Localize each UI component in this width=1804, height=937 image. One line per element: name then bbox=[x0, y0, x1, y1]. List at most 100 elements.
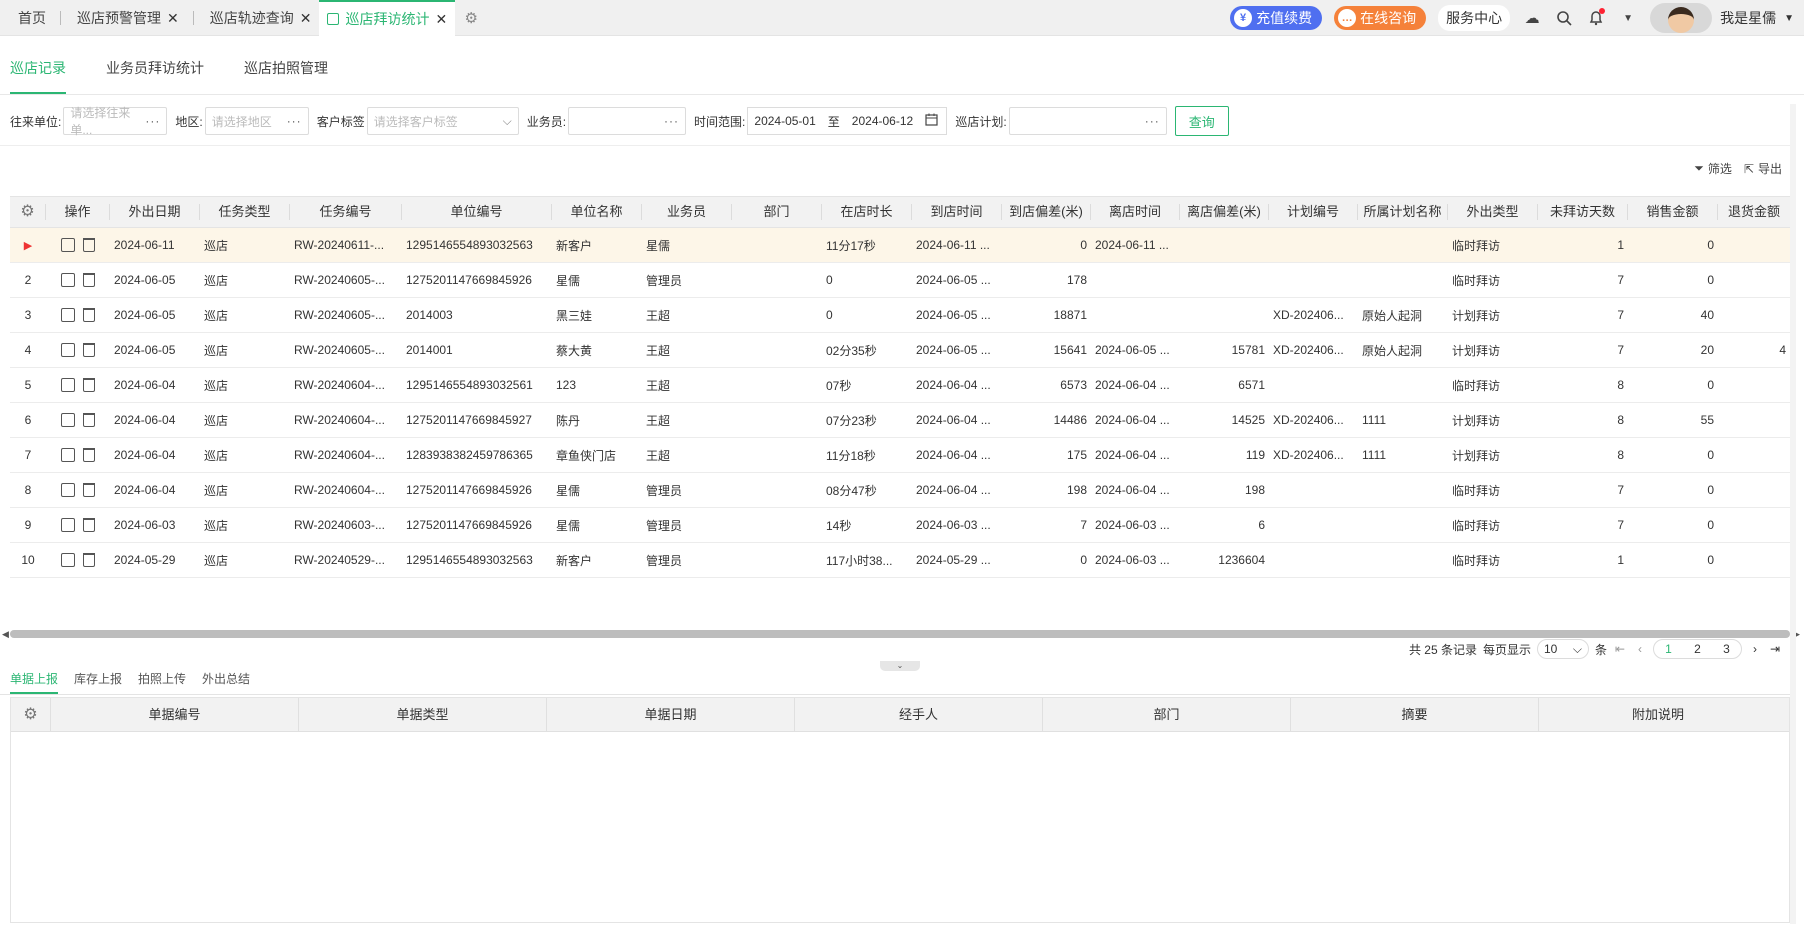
table-row[interactable]: 9 2024-06-03 巡店 RW-20240603-... 127520114766… bbox=[10, 508, 1790, 543]
trash-icon[interactable] bbox=[83, 553, 95, 567]
table-row[interactable]: 8 2024-06-04 巡店 RW-20240604-... 127520114766… bbox=[10, 473, 1790, 508]
subtab-patrol-records[interactable]: 巡店记录 bbox=[10, 52, 66, 94]
search-icon[interactable] bbox=[1554, 8, 1574, 28]
column-header[interactable]: 经手人 bbox=[795, 697, 1043, 732]
column-header[interactable]: 到店时间 bbox=[912, 204, 1002, 220]
view-detail-icon[interactable] bbox=[61, 378, 75, 392]
customer-tag-select[interactable]: 请选择客户标签 ⌵ bbox=[366, 107, 519, 135]
column-header[interactable]: 在店时长 bbox=[822, 204, 912, 220]
column-header[interactable]: 未拜访天数 bbox=[1538, 204, 1628, 220]
table-row[interactable]: 5 2024-06-04 巡店 RW-20240604-... 129514655489… bbox=[10, 368, 1790, 403]
column-header[interactable]: 计划编号 bbox=[1269, 204, 1358, 220]
consult-button[interactable]: … 在线咨询 bbox=[1334, 6, 1427, 30]
subtab-photo-management[interactable]: 巡店拍照管理 bbox=[244, 52, 328, 94]
close-icon[interactable]: ✕ bbox=[167, 10, 179, 27]
column-header[interactable]: 任务类型 bbox=[200, 204, 290, 220]
page-size-select[interactable]: 10 ⌵ bbox=[1536, 639, 1589, 659]
region-select[interactable]: 请选择地区 ··· bbox=[204, 107, 309, 135]
column-header[interactable]: 到店偏差(米) bbox=[1002, 204, 1091, 220]
trash-icon[interactable] bbox=[83, 273, 95, 287]
trash-icon[interactable] bbox=[83, 483, 95, 497]
view-detail-icon[interactable] bbox=[61, 413, 75, 427]
column-header[interactable]: 单据类型 bbox=[299, 697, 547, 732]
view-detail-icon[interactable] bbox=[61, 483, 75, 497]
tab-home[interactable]: 首页 bbox=[10, 0, 69, 36]
filter-button[interactable]: ⏷ 筛选 bbox=[1694, 160, 1732, 177]
trash-icon[interactable] bbox=[83, 308, 95, 322]
table-row[interactable]: 10 2024-05-29 巡店 RW-20240529-... 12951465548… bbox=[10, 543, 1790, 578]
table-row[interactable]: 7 2024-06-04 巡店 RW-20240604-... 128393838245… bbox=[10, 438, 1790, 473]
column-header[interactable]: 所属计划名称 bbox=[1358, 204, 1448, 220]
tab-patrol-track[interactable]: 巡店轨迹查询 ✕ bbox=[202, 0, 320, 36]
view-detail-icon[interactable] bbox=[61, 448, 75, 462]
column-header[interactable]: 离店时间 bbox=[1091, 204, 1180, 220]
tab-patrol-warning[interactable]: 巡店预警管理 ✕ bbox=[69, 0, 202, 36]
first-page-icon[interactable]: ⇤ bbox=[1613, 642, 1627, 656]
trash-icon[interactable] bbox=[83, 413, 95, 427]
page-button[interactable]: 1 bbox=[1654, 642, 1683, 656]
prev-page-icon[interactable]: ‹ bbox=[1633, 642, 1647, 656]
bell-icon[interactable] bbox=[1586, 8, 1606, 28]
tab-photo-upload[interactable]: 拍照上传 bbox=[138, 668, 186, 694]
column-header[interactable]: 销售金额 bbox=[1628, 204, 1718, 220]
tab-patrol-visit-stats[interactable]: 巡店拜访统计 ✕ bbox=[319, 0, 456, 36]
view-detail-icon[interactable] bbox=[61, 308, 75, 322]
view-detail-icon[interactable] bbox=[61, 518, 75, 532]
table-row[interactable]: 6 2024-06-04 巡店 RW-20240604-... 127520114766… bbox=[10, 403, 1790, 438]
trash-icon[interactable] bbox=[83, 518, 95, 532]
view-detail-icon[interactable] bbox=[61, 553, 75, 567]
date-range-picker[interactable]: 2024-05-01 至 2024-06-12 bbox=[747, 107, 948, 135]
column-settings-icon[interactable]: ⚙ bbox=[11, 697, 51, 732]
column-header[interactable]: 单位名称 bbox=[552, 204, 642, 220]
tab-document-report[interactable]: 单据上报 bbox=[10, 668, 59, 694]
table-row[interactable]: 4 2024-06-05 巡店 RW-20240605-... 2014001 蔡大黄 王超… bbox=[10, 333, 1790, 368]
trash-icon[interactable] bbox=[83, 448, 95, 462]
partner-select[interactable]: 请选择往来单... ··· bbox=[63, 106, 168, 137]
column-header[interactable]: 附加说明 bbox=[1539, 698, 1777, 732]
cloud-download-icon[interactable]: ☁ bbox=[1522, 8, 1542, 28]
column-header[interactable]: 部门 bbox=[732, 204, 822, 220]
column-header[interactable]: 部门 bbox=[1043, 697, 1291, 732]
query-button[interactable]: 查询 bbox=[1174, 106, 1229, 136]
user-menu[interactable]: 我是星儒 ▼ bbox=[1650, 3, 1794, 33]
caret-down-icon[interactable]: ▼ bbox=[1618, 8, 1638, 28]
next-page-icon[interactable]: › bbox=[1748, 642, 1762, 656]
trash-icon[interactable] bbox=[83, 343, 95, 357]
column-header[interactable]: 外出类型 bbox=[1448, 204, 1538, 220]
collapse-panel-icon[interactable]: ⌄ bbox=[880, 661, 920, 671]
view-detail-icon[interactable] bbox=[61, 238, 75, 252]
scrollbar-thumb[interactable] bbox=[10, 630, 1790, 638]
scroll-left-icon[interactable]: ◀ bbox=[2, 629, 9, 640]
view-detail-icon[interactable] bbox=[61, 273, 75, 287]
column-header[interactable]: 摘要 bbox=[1291, 697, 1539, 732]
column-header[interactable]: 退货金额 bbox=[1718, 204, 1790, 220]
subtab-staff-visit-stats[interactable]: 业务员拜访统计 bbox=[106, 52, 204, 94]
tab-stock-report[interactable]: 库存上报 bbox=[74, 668, 122, 694]
patrol-plan-select[interactable]: ··· bbox=[1008, 107, 1167, 135]
page-button[interactable]: 3 bbox=[1712, 642, 1741, 656]
table-row[interactable]: ▶ 2024-06-11 巡店 RW-20240611-... 129514655489… bbox=[10, 228, 1790, 263]
trash-icon[interactable] bbox=[83, 378, 95, 392]
export-button[interactable]: ⇱ 导出 bbox=[1744, 160, 1782, 177]
vertical-scrollbar[interactable] bbox=[1790, 104, 1796, 924]
service-center-link[interactable]: 服务中心 bbox=[1438, 5, 1511, 31]
table-row[interactable]: 2 2024-06-05 巡店 RW-20240605-... 127520114766… bbox=[10, 263, 1790, 298]
close-icon[interactable]: ✕ bbox=[435, 11, 447, 28]
trash-icon[interactable] bbox=[83, 238, 95, 252]
column-settings-icon[interactable]: ⚙ bbox=[10, 204, 46, 220]
table-row[interactable]: 3 2024-06-05 巡店 RW-20240605-... 2014003 黑三娃 王超… bbox=[10, 298, 1790, 333]
view-detail-icon[interactable] bbox=[61, 343, 75, 357]
column-header[interactable]: 单据日期 bbox=[547, 697, 795, 732]
gear-icon[interactable]: ⚙ bbox=[463, 10, 479, 27]
renew-button[interactable]: ¥ 充值续费 bbox=[1230, 6, 1323, 30]
staff-select[interactable]: ··· bbox=[568, 107, 687, 135]
column-header[interactable]: 单据编号 bbox=[51, 697, 299, 732]
column-header[interactable]: 业务员 bbox=[642, 204, 732, 220]
page-button[interactable]: 2 bbox=[1683, 642, 1712, 656]
horizontal-scrollbar[interactable]: ◀ ▶ bbox=[2, 629, 1800, 639]
column-header[interactable]: 外出日期 bbox=[110, 204, 200, 220]
last-page-icon[interactable]: ⇥ bbox=[1768, 642, 1782, 656]
column-header[interactable]: 离店偏差(米) bbox=[1180, 204, 1269, 220]
column-header[interactable]: 单位编号 bbox=[402, 204, 552, 220]
tab-outing-summary[interactable]: 外出总结 bbox=[202, 668, 250, 694]
